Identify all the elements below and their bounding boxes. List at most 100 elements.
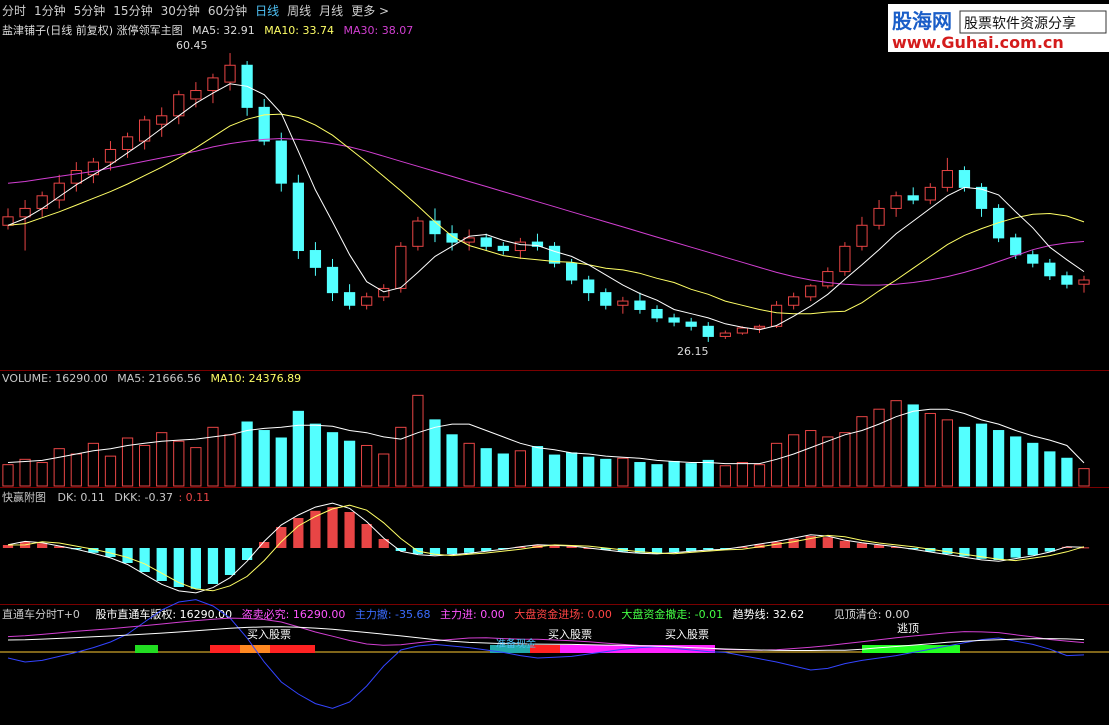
signal-block	[210, 645, 240, 653]
volume-bar	[412, 394, 424, 487]
candle-body	[429, 220, 441, 235]
volume-bar	[839, 432, 851, 487]
osc-bar	[293, 518, 304, 548]
volume-bar	[941, 419, 953, 487]
candle-body	[309, 250, 322, 268]
volume-bar	[1044, 451, 1056, 487]
candle-body	[395, 245, 407, 289]
volume-bar	[975, 423, 988, 487]
osc-bar	[993, 548, 1004, 560]
candle-body	[361, 296, 373, 306]
candle-body	[600, 292, 612, 306]
osc-bar	[156, 548, 167, 581]
volume-bar	[104, 455, 117, 487]
candle-body	[53, 182, 65, 201]
candle-body	[565, 262, 578, 281]
candle-body	[941, 170, 953, 188]
buy-signal-label-3: 买入股票	[665, 628, 709, 641]
candle-body	[685, 321, 697, 327]
volume-bar	[326, 432, 339, 487]
candle-body	[583, 279, 595, 294]
volume-bar	[788, 434, 800, 487]
candle-body	[1010, 237, 1022, 256]
signal-block	[560, 645, 715, 653]
candle-body	[224, 64, 236, 83]
price-pane	[2, 53, 1090, 342]
osc-bar	[224, 548, 236, 575]
volume-bar	[924, 412, 936, 487]
candle-body	[617, 300, 629, 306]
dkk-line	[7, 504, 1085, 592]
volume-bar	[668, 460, 680, 487]
osc-bar	[207, 548, 219, 584]
volume-bar	[309, 423, 322, 487]
candle-body	[753, 325, 766, 329]
candle-body	[736, 327, 749, 334]
volume-bar	[378, 453, 390, 487]
osc-bar	[839, 540, 851, 548]
signal-block	[135, 645, 158, 653]
osc-bar	[344, 512, 355, 548]
buy-signal-label-1: 买入股票	[247, 628, 291, 641]
candle-body	[924, 186, 936, 201]
volume-bar	[651, 464, 663, 487]
bottom-indicator-pane	[0, 599, 1109, 709]
volume-bar	[548, 454, 561, 487]
volume-bar	[856, 416, 868, 487]
volume-bar	[873, 408, 885, 487]
candle-body	[873, 207, 885, 226]
volume-bar	[463, 442, 475, 487]
osc-bar	[241, 548, 253, 560]
stock-chart-svg[interactable]: 60.45 26.15 买入股票 买入股票 买入股票 逃顶 准备现金	[0, 0, 1109, 725]
osc-bar	[139, 548, 150, 572]
volume-bar	[702, 459, 714, 487]
candle-body	[958, 170, 971, 188]
volume-bar	[1010, 436, 1022, 487]
buy-signal-label-2: 买入股票	[548, 628, 592, 641]
volume-bar	[634, 462, 646, 487]
volume-bar	[958, 426, 971, 487]
volume-bar	[2, 464, 14, 487]
volume-bar	[685, 463, 697, 487]
volume-bar	[70, 453, 82, 487]
volume-bar	[36, 462, 48, 487]
signal-block	[270, 645, 315, 653]
volume-bar	[1027, 442, 1039, 487]
volume-bar	[719, 465, 731, 487]
top-exit-label: 逃顶	[897, 622, 919, 635]
candle-body	[207, 77, 219, 92]
osc-bar	[276, 527, 287, 548]
candle-body	[412, 220, 424, 247]
candle-body	[1027, 254, 1039, 264]
volume-bar	[805, 430, 817, 487]
candle-body	[156, 115, 168, 125]
candle-body	[856, 224, 868, 247]
candle-body	[907, 195, 919, 201]
candle-body	[190, 90, 202, 100]
low-price-label: 26.15	[677, 345, 709, 358]
volume-bar	[173, 440, 185, 487]
volume-bar	[753, 464, 766, 487]
candle-body	[1061, 275, 1073, 285]
candle-body	[839, 245, 851, 273]
ma5-line	[7, 83, 1085, 331]
osc-bar	[788, 539, 799, 548]
volume-bar	[53, 448, 65, 487]
ma30-line	[7, 137, 1085, 286]
volume-bar	[600, 458, 612, 487]
high-price-label: 60.45	[176, 39, 208, 52]
candle-body	[822, 271, 834, 287]
volume-bar	[361, 444, 373, 487]
volume-bar	[19, 458, 31, 487]
candle-body	[788, 296, 800, 306]
osc-bar	[856, 543, 868, 548]
volume-bar	[224, 434, 236, 487]
osc-bar	[190, 548, 201, 589]
volume-bar	[770, 442, 783, 487]
volume-bar	[429, 419, 441, 487]
candle-body	[326, 266, 339, 294]
volume-bar	[87, 442, 100, 487]
volume-bar	[139, 444, 151, 487]
candle-body	[258, 106, 270, 142]
volume-bar	[822, 436, 834, 487]
